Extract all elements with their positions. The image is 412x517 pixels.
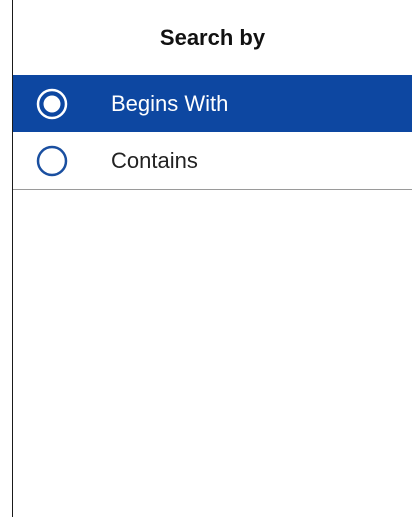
divider xyxy=(13,189,412,190)
radio-unchecked-icon[interactable] xyxy=(36,145,68,177)
search-by-dialog: Search by Begins With Contains xyxy=(12,0,412,517)
dialog-title: Search by xyxy=(159,24,266,50)
option-begins-with[interactable]: Begins With xyxy=(13,75,412,132)
option-label: Begins With xyxy=(111,90,229,116)
radio-checked-icon[interactable] xyxy=(36,88,68,120)
option-label: Contains xyxy=(111,147,198,173)
option-contains[interactable]: Contains xyxy=(13,132,412,189)
